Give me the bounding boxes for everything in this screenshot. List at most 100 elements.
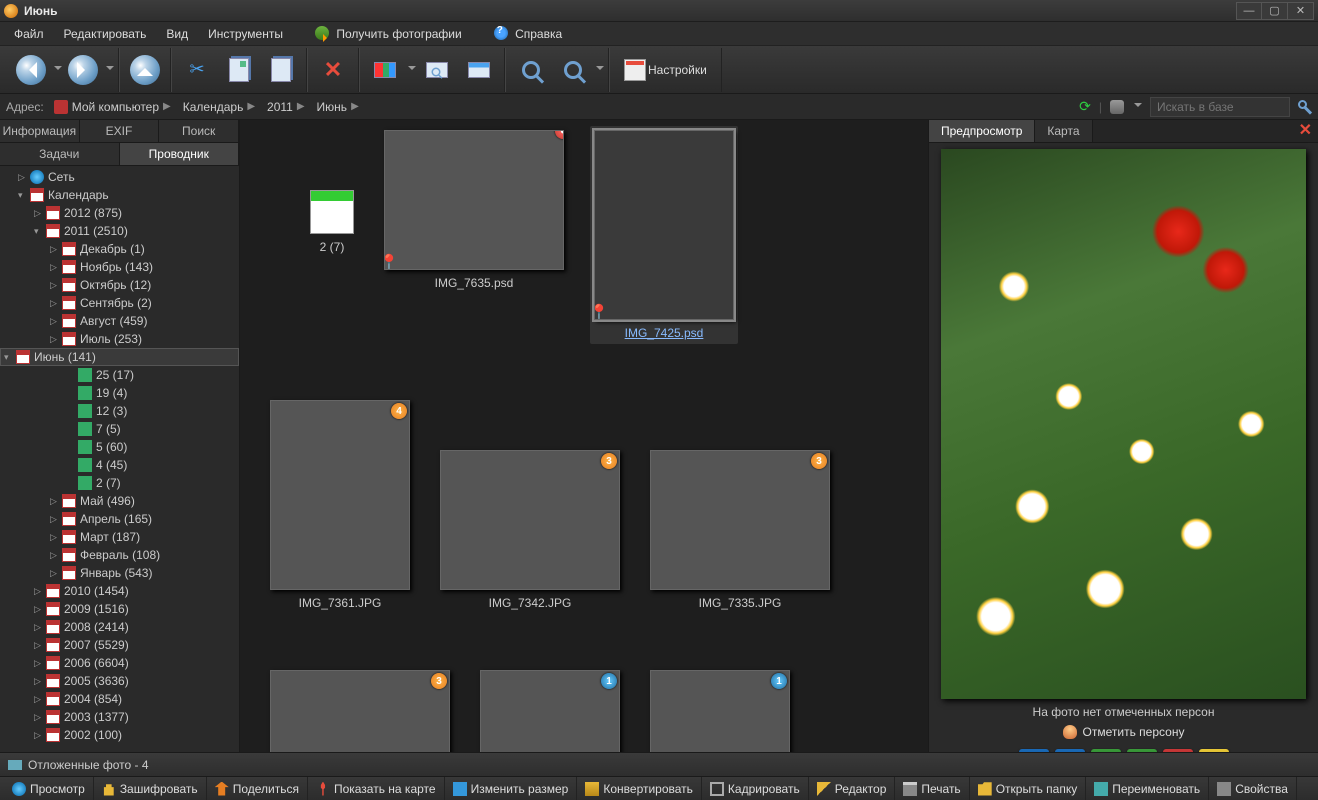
thumb-img-7337[interactable]: 3📍 IMG_7337.JPG	[270, 670, 450, 752]
tree-d12[interactable]: 12 (3)	[0, 402, 239, 420]
tree-d2[interactable]: 2 (7)	[0, 474, 239, 492]
tag-person-button[interactable]: Отметить персону	[1063, 725, 1185, 739]
tree-2002[interactable]: ▷2002 (100)	[0, 726, 239, 744]
cut-button[interactable]: ✂	[178, 51, 216, 89]
forward-button[interactable]	[64, 51, 102, 89]
zoom-in-button[interactable]	[512, 51, 550, 89]
thumb-folder-2[interactable]: 2 (7)	[310, 190, 354, 340]
tab-explorer[interactable]: Проводник	[120, 143, 240, 165]
tree-2004[interactable]: ▷2004 (854)	[0, 690, 239, 708]
tab-info[interactable]: Информация	[0, 120, 80, 142]
tree-2011[interactable]: ▾2011 (2510)	[0, 222, 239, 240]
crumb-root[interactable]: Мой компьютер▶	[50, 98, 179, 116]
back-button[interactable]	[12, 51, 50, 89]
thumb-img-7361[interactable]: 4 IMG_7361.JPG	[270, 400, 410, 610]
search-button[interactable]	[1298, 100, 1312, 114]
thumb-img-7342[interactable]: 3 IMG_7342.JPG	[440, 450, 620, 610]
thumb-img-7335[interactable]: 3 IMG_7335.JPG	[650, 450, 830, 610]
tree-d4[interactable]: 4 (45)	[0, 456, 239, 474]
tab-tasks[interactable]: Задачи	[0, 143, 120, 165]
folder-tree[interactable]: ▷Сеть ▾Календарь ▷2012 (875) ▾2011 (2510…	[0, 166, 239, 752]
bottom-crop[interactable]: Кадрировать	[702, 777, 809, 800]
database-icon[interactable]	[1110, 100, 1124, 114]
thumb-img-7979[interactable]: 1📍 img_7979.jpg	[480, 670, 620, 752]
tree-d19[interactable]: 19 (4)	[0, 384, 239, 402]
tree-jun[interactable]: ▾Июнь (141)	[0, 348, 239, 366]
db-dropdown[interactable]	[1134, 103, 1142, 111]
forward-dropdown[interactable]	[106, 66, 114, 74]
bottom-print[interactable]: Печать	[895, 777, 969, 800]
thumbs-view-button[interactable]	[366, 51, 404, 89]
close-button[interactable]: ✕	[1288, 2, 1314, 20]
close-panel-button[interactable]: ✕	[1293, 120, 1318, 142]
search-input[interactable]	[1150, 97, 1290, 117]
zoom-out-button[interactable]	[554, 51, 592, 89]
tab-preview[interactable]: Предпросмотр	[929, 120, 1035, 142]
tree-aug[interactable]: ▷Август (459)	[0, 312, 239, 330]
tree-d5[interactable]: 5 (60)	[0, 438, 239, 456]
bottom-editor[interactable]: Редактор	[809, 777, 896, 800]
tree-jan[interactable]: ▷Январь (543)	[0, 564, 239, 582]
settings-button[interactable]: Настройки	[616, 51, 715, 89]
menu-edit[interactable]: Редактировать	[56, 24, 155, 44]
thumb-img-7635[interactable]: ●📍 IMG_7635.psd	[384, 130, 564, 340]
tree-apr[interactable]: ▷Апрель (165)	[0, 510, 239, 528]
tree-2008[interactable]: ▷2008 (2414)	[0, 618, 239, 636]
bottom-map[interactable]: Показать на карте	[308, 777, 445, 800]
thumb-img-7425[interactable]: 📍 IMG_7425.psd	[590, 126, 738, 344]
tree-2010[interactable]: ▷2010 (1454)	[0, 582, 239, 600]
preview-view-button[interactable]	[418, 51, 456, 89]
tree-jul[interactable]: ▷Июль (253)	[0, 330, 239, 348]
tree-mar[interactable]: ▷Март (187)	[0, 528, 239, 546]
paste-button[interactable]	[262, 51, 300, 89]
bottom-convert[interactable]: Конвертировать	[577, 777, 702, 800]
bottom-open-folder[interactable]: Открыть папку	[970, 777, 1087, 800]
tree-feb[interactable]: ▷Февраль (108)	[0, 546, 239, 564]
tree-may[interactable]: ▷Май (496)	[0, 492, 239, 510]
crumb-year[interactable]: 2011▶	[263, 98, 313, 116]
bottom-rename[interactable]: Переименовать	[1086, 777, 1209, 800]
thumbnail-area[interactable]: 2 (7) ●📍 IMG_7635.psd 📍 IMG_7425.psd 4 I…	[240, 120, 928, 752]
menu-get-photos[interactable]: Получить фотографии	[307, 23, 470, 44]
tab-exif[interactable]: EXIF	[80, 120, 160, 142]
tree-nov[interactable]: ▷Ноябрь (143)	[0, 258, 239, 276]
tab-search[interactable]: Поиск	[159, 120, 239, 142]
tree-2007[interactable]: ▷2007 (5529)	[0, 636, 239, 654]
tree-d25[interactable]: 25 (17)	[0, 366, 239, 384]
list-view-button[interactable]	[460, 51, 498, 89]
menu-tools[interactable]: Инструменты	[200, 24, 291, 44]
tree-2006[interactable]: ▷2006 (6604)	[0, 654, 239, 672]
thumb-img-4117[interactable]: 1 img_4117.psd	[650, 670, 790, 752]
refresh-button[interactable]: ⟳	[1079, 98, 1091, 115]
tree-2003[interactable]: ▷2003 (1377)	[0, 708, 239, 726]
tree-network[interactable]: ▷Сеть	[0, 168, 239, 186]
bottom-properties[interactable]: Свойства	[1209, 777, 1297, 800]
tree-d7[interactable]: 7 (5)	[0, 420, 239, 438]
crumb-month[interactable]: Июнь▶	[313, 98, 367, 116]
bottom-resize[interactable]: Изменить размер	[445, 777, 578, 800]
minimize-button[interactable]: —	[1236, 2, 1262, 20]
back-dropdown[interactable]	[54, 66, 62, 74]
menu-help[interactable]: Справка	[486, 23, 570, 44]
tree-2009[interactable]: ▷2009 (1516)	[0, 600, 239, 618]
crumb-calendar[interactable]: Календарь▶	[179, 98, 263, 116]
bottom-share[interactable]: Поделиться	[207, 777, 308, 800]
zoom-dropdown[interactable]	[596, 66, 604, 74]
preview-image[interactable]	[941, 149, 1306, 699]
tree-sep[interactable]: ▷Сентябрь (2)	[0, 294, 239, 312]
deferred-bar[interactable]: Отложенные фото - 4	[0, 752, 1318, 776]
bottom-encrypt[interactable]: Зашифровать	[94, 777, 207, 800]
tree-calendar[interactable]: ▾Календарь	[0, 186, 239, 204]
tree-oct[interactable]: ▷Октябрь (12)	[0, 276, 239, 294]
tree-2012[interactable]: ▷2012 (875)	[0, 204, 239, 222]
bottom-view[interactable]: Просмотр	[4, 777, 94, 800]
tree-2005[interactable]: ▷2005 (3636)	[0, 672, 239, 690]
up-button[interactable]	[126, 51, 164, 89]
maximize-button[interactable]: ▢	[1262, 2, 1288, 20]
menu-view[interactable]: Вид	[158, 24, 196, 44]
copy-button[interactable]	[220, 51, 258, 89]
delete-button[interactable]: ✕	[314, 51, 352, 89]
tab-map[interactable]: Карта	[1035, 120, 1092, 142]
tree-dec[interactable]: ▷Декабрь (1)	[0, 240, 239, 258]
view-dropdown[interactable]	[408, 66, 416, 74]
